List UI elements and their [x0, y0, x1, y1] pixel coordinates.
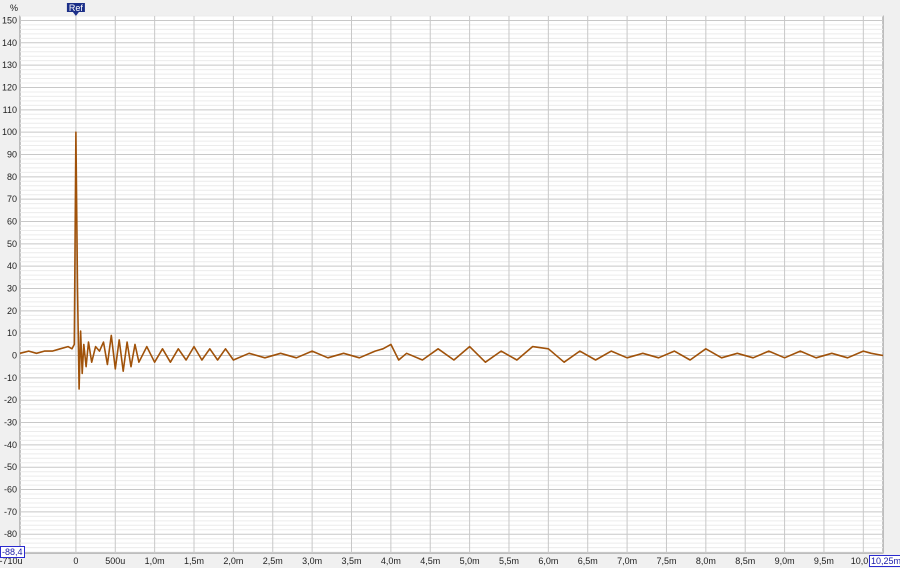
x-tick-label: 9,0m	[775, 556, 795, 566]
x-tick-label: 7,5m	[656, 556, 676, 566]
y-tick-label: 80	[7, 172, 17, 182]
y-tick-label: 10	[7, 328, 17, 338]
y-tick-label: -60	[4, 485, 17, 495]
y-tick-label: -40	[4, 440, 17, 450]
x-tick-label: 9,5m	[814, 556, 834, 566]
y-tick-label: -10	[4, 373, 17, 383]
y-tick-label: 20	[7, 306, 17, 316]
x-tick-label: 4,5m	[420, 556, 440, 566]
y-axis: 1501401301201101009080706050403020100-10…	[2, 15, 17, 539]
x-tick-label: 3,5m	[341, 556, 361, 566]
y-tick-label: 0	[12, 351, 17, 361]
y-tick-label: -30	[4, 418, 17, 428]
x-tick-label: 5,5m	[499, 556, 519, 566]
impulse-response-chart: 1501401301201101009080706050403020100-10…	[0, 3, 884, 566]
y-tick-label: -50	[4, 462, 17, 472]
y-tick-label: 30	[7, 284, 17, 294]
y-tick-label: 50	[7, 239, 17, 249]
y-tick-label: 150	[2, 15, 17, 25]
x-tick-label: 4,0m	[381, 556, 401, 566]
x-tick-label: 3,0m	[302, 556, 322, 566]
y-tick-label: -70	[4, 507, 17, 517]
x-axis: -710u 0 500u 1,0m 1,5m 2,0m 2,5m 3,0m 3,5m 4,0m 4,…	[0, 556, 876, 566]
x-max-readout[interactable]: 10,25m	[869, 555, 900, 567]
y-tick-label: 140	[2, 38, 17, 48]
minor-gridlines	[20, 15, 883, 553]
y-tick-label: 60	[7, 217, 17, 227]
y-unit-label: %	[10, 3, 18, 13]
x-tick-label: 2,5m	[263, 556, 283, 566]
x-tick-label: 1,5m	[184, 556, 204, 566]
x-tick-label: 2,0m	[223, 556, 243, 566]
y-tick-label: 130	[2, 60, 17, 70]
y-tick-label: 90	[7, 149, 17, 159]
y-tick-label: -80	[4, 529, 17, 539]
x-tick-label: 1,0m	[145, 556, 165, 566]
x-tick-label: 8,5m	[735, 556, 755, 566]
y-min-readout[interactable]: -88,4	[0, 546, 25, 558]
y-tick-label: 100	[2, 127, 17, 137]
y-tick-label: -20	[4, 395, 17, 405]
x-tick-label: 6,5m	[578, 556, 598, 566]
ref-marker-label[interactable]: Ref	[69, 3, 84, 13]
y-tick-label: 110	[3, 105, 17, 115]
y-tick-label: 120	[2, 82, 17, 92]
x-tick-label: 7,0m	[617, 556, 637, 566]
ref-marker[interactable]: Ref	[66, 3, 85, 16]
x-tick-label: 8,0m	[696, 556, 716, 566]
y-tick-label: 40	[7, 261, 17, 271]
x-tick-label: 5,0m	[460, 556, 480, 566]
x-tick-label: 6,0m	[538, 556, 558, 566]
y-tick-label: 70	[7, 194, 17, 204]
x-tick-label: 500u	[105, 556, 125, 566]
x-tick-label: 0	[73, 556, 78, 566]
